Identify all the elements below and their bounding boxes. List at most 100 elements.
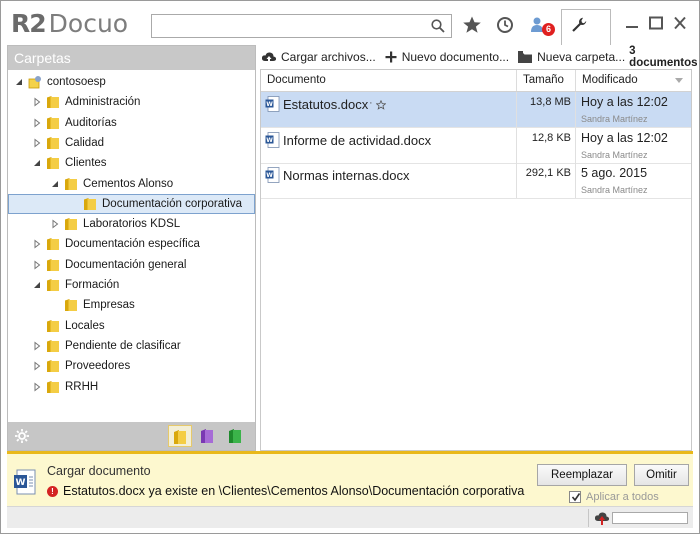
folder-tree-label: Proveedores xyxy=(65,360,131,373)
star-icon[interactable] xyxy=(462,15,482,35)
search-input[interactable] xyxy=(152,15,422,37)
expand-arrow-icon[interactable] xyxy=(32,341,42,351)
upload-files-button[interactable]: Cargar archivos... xyxy=(257,45,380,69)
folder-tree-item[interactable]: Empresas xyxy=(8,295,255,315)
collapse-arrow-icon[interactable] xyxy=(50,179,60,189)
folder-tree-label: Administración xyxy=(65,96,141,109)
folder-tree-item[interactable]: Auditorías xyxy=(8,113,255,133)
document-row[interactable]: W Estatutos.docx · 13,8 MB Hoy a las 12:02 Sa… xyxy=(261,92,691,128)
notification-message: ! Estatutos.docx ya existe en \Clientes\… xyxy=(47,484,524,498)
folder-tree-item[interactable]: Documentación corporativa xyxy=(8,193,255,214)
folder-tree-item[interactable]: RRHH xyxy=(8,377,255,397)
folder-tree-item[interactable]: Documentación general xyxy=(8,255,255,275)
folder-tree-item[interactable]: Pendiente de clasificar xyxy=(8,336,255,356)
column-header-size[interactable]: Tamaño xyxy=(517,70,576,91)
column-header-document[interactable]: Documento xyxy=(261,70,517,91)
upload-progress-bar xyxy=(612,512,688,524)
svg-text:W: W xyxy=(266,101,273,108)
new-folder-button[interactable]: Nueva carpeta... xyxy=(513,45,629,69)
document-row[interactable]: W Normas internas.docx 292,1 KB 5 ago. 2015… xyxy=(261,163,691,199)
folder-icon xyxy=(47,279,59,291)
folder-tree-item[interactable]: contosoesp xyxy=(8,72,255,92)
expand-arrow-icon[interactable] xyxy=(32,381,42,392)
search-icon[interactable] xyxy=(430,18,446,34)
favorite-star-icon[interactable] xyxy=(376,100,386,110)
expand-arrow-icon[interactable] xyxy=(50,219,60,229)
folder-tree-label: Documentación específica xyxy=(65,238,200,251)
new-document-button[interactable]: Nuevo documento... xyxy=(380,45,513,69)
document-row[interactable]: W Informe de actividad.docx 12,8 KB Hoy a l… xyxy=(261,127,691,164)
history-icon[interactable] xyxy=(495,15,515,35)
error-icon: ! xyxy=(47,485,58,497)
document-size: 13,8 MB xyxy=(530,96,571,108)
purple-folders-view-button[interactable] xyxy=(196,425,220,447)
word-file-icon: W xyxy=(265,96,280,112)
collapse-arrow-icon[interactable] xyxy=(32,280,42,290)
maximize-icon[interactable] xyxy=(647,15,665,31)
document-name-cell[interactable]: W Normas internas.docx xyxy=(261,163,517,198)
folder-tree-label: Documentación corporativa xyxy=(102,197,242,210)
modified-by: Sandra Martínez xyxy=(581,114,648,124)
folder-tree-item[interactable]: Laboratorios KDSL xyxy=(8,214,255,234)
green-folders-view-button[interactable] xyxy=(224,425,248,447)
close-icon[interactable] xyxy=(671,15,689,31)
folder-tree-label: Clientes xyxy=(65,157,107,170)
status-bar xyxy=(7,506,693,528)
folder-tree-item[interactable]: Documentación específica xyxy=(8,234,255,254)
column-header-modified[interactable]: Modificado xyxy=(576,70,691,91)
wrench-icon[interactable] xyxy=(570,16,588,34)
apply-all-label: Aplicar a todos xyxy=(586,491,659,503)
modified-date: Hoy a las 12:02 xyxy=(581,95,668,109)
folder-purple-icon xyxy=(201,429,213,443)
checkmark-icon xyxy=(571,493,581,502)
apply-all-option[interactable]: Aplicar a todos xyxy=(569,491,659,503)
folder-tree-label: Auditorías xyxy=(65,116,117,129)
folders-footer xyxy=(8,422,255,450)
expand-arrow-icon[interactable] xyxy=(32,118,42,128)
collapse-arrow-icon[interactable] xyxy=(32,158,42,168)
svg-text:W: W xyxy=(266,172,273,179)
modified-by: Sandra Martínez xyxy=(581,185,648,195)
document-size: 292,1 KB xyxy=(525,167,571,179)
yellow-folders-view-button[interactable] xyxy=(168,425,192,447)
notification-badge[interactable]: 6 xyxy=(542,23,555,36)
more-options-icon[interactable]: · xyxy=(369,97,373,109)
document-name-cell[interactable]: W Informe de actividad.docx xyxy=(261,127,517,163)
svg-text:W: W xyxy=(16,478,26,488)
status-divider xyxy=(588,509,589,527)
folder-tree-item[interactable]: Administración xyxy=(8,92,255,112)
apply-all-checkbox[interactable] xyxy=(569,491,581,503)
folder-tree-label: Locales xyxy=(65,319,105,332)
expand-arrow-icon[interactable] xyxy=(32,138,42,148)
settings-tab[interactable] xyxy=(561,9,611,45)
svg-text:W: W xyxy=(266,137,273,144)
folder-tree-item[interactable]: Formación xyxy=(8,275,255,295)
upload-files-label: Cargar archivos... xyxy=(281,50,376,64)
folder-tree-item[interactable]: Cementos Alonso xyxy=(8,174,255,194)
document-name-cell[interactable]: W Estatutos.docx · xyxy=(261,92,517,127)
document-size: 12,8 KB xyxy=(531,131,571,144)
gear-icon[interactable] xyxy=(14,428,30,444)
expand-arrow-icon[interactable] xyxy=(32,97,42,107)
folder-tree-item[interactable]: Clientes xyxy=(8,153,255,173)
folder-icon xyxy=(47,258,59,271)
folder-tree-item[interactable]: Locales xyxy=(8,316,255,336)
minimize-icon[interactable] xyxy=(623,15,641,31)
modified-date: Hoy a las 12:02 xyxy=(581,130,668,145)
collapse-arrow-icon[interactable] xyxy=(14,77,24,87)
column-header-modified-label: Modificado xyxy=(582,74,638,86)
skip-button[interactable]: Omitir xyxy=(634,464,689,486)
folders-title: Carpetas xyxy=(8,46,255,70)
word-document-icon: W xyxy=(14,469,36,495)
cloud-upload-status-icon[interactable] xyxy=(594,510,610,526)
folder-tree-item[interactable]: Calidad xyxy=(8,133,255,153)
expand-arrow-icon[interactable] xyxy=(32,361,42,371)
folder-tree-item[interactable]: Proveedores xyxy=(8,356,255,376)
search-box[interactable] xyxy=(151,14,452,38)
folder-icon xyxy=(47,360,59,373)
replace-button[interactable]: Reemplazar xyxy=(537,464,627,486)
expand-arrow-icon[interactable] xyxy=(32,260,42,270)
document-count: 3 documentos xyxy=(629,45,698,69)
expand-arrow-icon[interactable] xyxy=(32,239,42,249)
word-file-icon: W xyxy=(265,167,280,183)
